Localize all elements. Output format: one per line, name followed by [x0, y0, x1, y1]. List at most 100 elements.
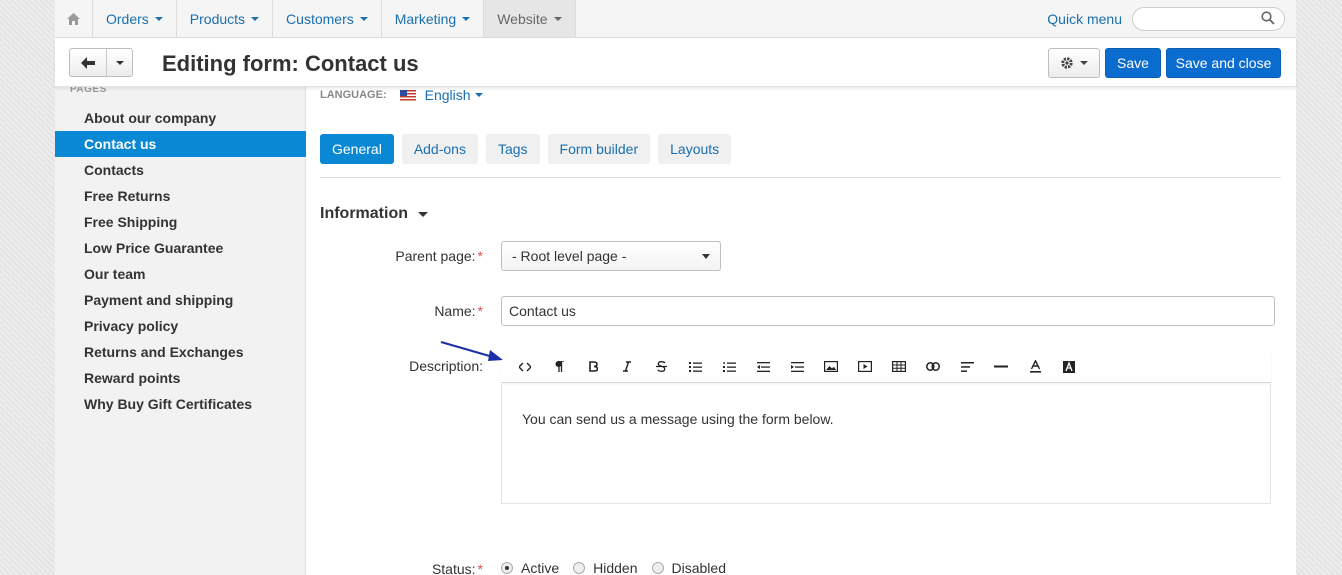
name-label-text: Name:	[434, 303, 476, 319]
home-icon[interactable]	[55, 0, 93, 37]
top-navigation: Orders Products Customers Marketing Webs…	[55, 0, 1296, 38]
chevron-down-icon	[251, 16, 260, 21]
sidebar-item-why-buy-gift-certificates[interactable]: Why Buy Gift Certificates	[55, 391, 306, 417]
menu-label: Products	[189, 10, 246, 27]
menu-marketing[interactable]: Marketing	[382, 0, 485, 37]
numbered-list-icon[interactable]	[712, 357, 746, 377]
bold-icon[interactable]	[576, 357, 610, 377]
status-disabled-option[interactable]: Disabled	[651, 560, 726, 575]
radio-active[interactable]	[501, 562, 513, 574]
sidebar-item-returns-and-exchanges[interactable]: Returns and Exchanges	[55, 339, 306, 365]
language-dropdown[interactable]: English	[425, 87, 471, 103]
tab-layouts[interactable]: Layouts	[658, 134, 732, 164]
required-mark: *	[477, 303, 483, 319]
italic-icon[interactable]	[610, 357, 644, 377]
chevron-down-icon	[359, 16, 368, 21]
settings-dropdown-button[interactable]	[1048, 48, 1100, 78]
parent-page-label-text: Parent page:	[395, 248, 476, 264]
menu-products[interactable]: Products	[177, 0, 274, 37]
sidebar-item-privacy-policy[interactable]: Privacy policy	[55, 313, 306, 339]
status-radio-group: Active Hidden Disabled	[501, 560, 740, 575]
page-header: Editing form: Contact us Save Save and c…	[55, 39, 1296, 87]
paragraph-icon[interactable]	[542, 357, 576, 377]
chevron-down-icon	[462, 16, 471, 21]
sidebar-list: About our company Contact us Contacts Fr…	[55, 105, 306, 417]
image-icon[interactable]	[814, 357, 848, 377]
tab-form-builder[interactable]: Form builder	[547, 134, 651, 164]
html-code-icon[interactable]	[508, 357, 542, 377]
information-section-toggle[interactable]: Information	[320, 205, 428, 223]
chevron-down-icon	[553, 16, 562, 21]
arrow-left-icon	[81, 56, 95, 69]
strikethrough-icon[interactable]	[644, 357, 678, 377]
tab-divider	[320, 177, 1281, 178]
search-icon[interactable]	[1261, 10, 1275, 28]
name-label: Name: *	[434, 303, 483, 319]
status-option-label: Hidden	[593, 560, 638, 575]
menu-label: Customers	[286, 10, 354, 27]
link-icon[interactable]	[916, 357, 950, 377]
table-icon[interactable]	[882, 357, 916, 377]
align-icon[interactable]	[950, 357, 984, 377]
back-dropdown-button[interactable]	[107, 49, 132, 76]
sidebar: PAGES About our company Contact us Conta…	[55, 84, 306, 575]
video-icon[interactable]	[848, 357, 882, 377]
horizontal-rule-icon[interactable]	[984, 357, 1018, 377]
indent-icon[interactable]	[780, 357, 814, 377]
chevron-down-icon	[702, 253, 710, 259]
save-and-close-button[interactable]: Save and close	[1166, 48, 1281, 78]
sidebar-item-low-price-guarantee[interactable]: Low Price Guarantee	[55, 235, 306, 261]
sidebar-item-contact-us[interactable]: Contact us	[55, 131, 306, 157]
background-color-icon[interactable]	[1052, 357, 1086, 377]
required-mark: *	[477, 561, 483, 575]
name-field[interactable]: Contact us	[501, 296, 1275, 326]
tab-tags[interactable]: Tags	[485, 134, 540, 164]
tab-general[interactable]: General	[320, 134, 394, 164]
status-hidden-option[interactable]: Hidden	[573, 560, 638, 575]
parent-page-value: - Root level page -	[512, 248, 627, 264]
sidebar-item-free-returns[interactable]: Free Returns	[55, 183, 306, 209]
menu-label: Marketing	[394, 10, 457, 27]
main-content: LANGUAGE: English General Add-ons Tags F…	[320, 87, 1281, 575]
menu-customers[interactable]: Customers	[273, 0, 382, 37]
us-flag-icon	[399, 89, 416, 101]
gear-icon	[1061, 57, 1073, 69]
sidebar-item-free-shipping[interactable]: Free Shipping	[55, 209, 306, 235]
sidebar-item-contacts[interactable]: Contacts	[55, 157, 306, 183]
back-button[interactable]	[70, 49, 107, 76]
menu-orders[interactable]: Orders	[93, 0, 177, 37]
sidebar-item-our-team[interactable]: Our team	[55, 261, 306, 287]
chevron-down-icon	[418, 211, 428, 217]
required-mark: *	[477, 248, 483, 264]
status-active-option[interactable]: Active	[501, 560, 559, 575]
parent-page-label: Parent page: *	[395, 248, 483, 264]
status-label: Status: *	[432, 561, 483, 575]
bulleted-list-icon[interactable]	[678, 357, 712, 377]
outdent-icon[interactable]	[746, 357, 780, 377]
radio-disabled[interactable]	[651, 562, 664, 574]
language-label: LANGUAGE:	[320, 89, 387, 101]
sidebar-item-payment-and-shipping[interactable]: Payment and shipping	[55, 287, 306, 313]
tab-add-ons[interactable]: Add-ons	[401, 134, 478, 164]
search-input[interactable]	[1132, 6, 1285, 31]
annotation-arrow	[440, 341, 503, 361]
radio-hidden[interactable]	[573, 562, 586, 574]
menu-website[interactable]: Website	[484, 0, 576, 37]
parent-page-select[interactable]: - Root level page -	[501, 241, 721, 271]
menu-label: Orders	[106, 10, 149, 27]
back-button-group	[69, 48, 133, 77]
save-button[interactable]: Save	[1105, 48, 1161, 78]
quick-menu-link[interactable]: Quick menu	[1047, 0, 1122, 37]
chevron-down-icon	[115, 60, 124, 65]
status-option-label: Disabled	[671, 560, 726, 575]
sidebar-item-reward-points[interactable]: Reward points	[55, 365, 306, 391]
sidebar-item-about-our-company[interactable]: About our company	[55, 105, 306, 131]
page-title: Editing form: Contact us	[162, 51, 419, 76]
editor-toolbar	[501, 351, 1271, 383]
admin-frame: Orders Products Customers Marketing Webs…	[55, 0, 1296, 575]
chevron-down-icon	[154, 16, 163, 21]
description-editor[interactable]: You can send us a message using the form…	[501, 384, 1271, 504]
section-title: Information	[320, 205, 408, 222]
font-color-icon[interactable]	[1018, 357, 1052, 377]
